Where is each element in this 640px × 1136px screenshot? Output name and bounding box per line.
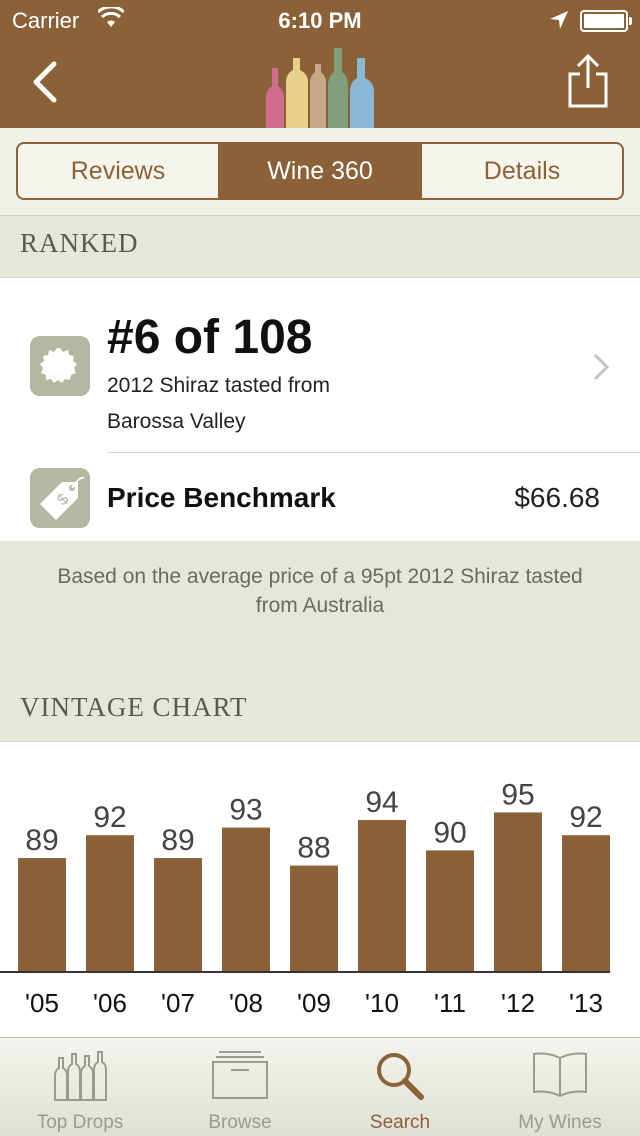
vintage-chart-card: 89 '05 92 '06 89 '07 93 '08 88 '09 94 '10 90 '11 95 '12…: [0, 741, 640, 1037]
bottles-icon: [54, 1051, 107, 1101]
chart-tick-label: '10: [365, 988, 399, 1018]
tabbar-item-browse[interactable]: Browse: [160, 1038, 320, 1136]
badge-seal-icon: [30, 336, 90, 396]
vintage-section-title: VINTAGE CHART: [20, 692, 248, 722]
tabbar-label-my-wines: My Wines: [518, 1112, 602, 1133]
chart-data-label: 93: [229, 794, 262, 827]
wine-bottles-logo: [266, 48, 374, 128]
share-icon[interactable]: [566, 52, 610, 110]
chart-tick-label: '11: [434, 988, 466, 1018]
location-arrow-icon: [550, 11, 568, 29]
chart-tick-label: '05: [25, 988, 59, 1018]
chevron-left-icon[interactable]: [24, 58, 68, 106]
chart-data-label: 88: [297, 832, 330, 865]
chart-bar: [222, 827, 270, 972]
navigation-bar: Carrier 6:10 PM: [0, 0, 640, 128]
tabbar-item-top-drops[interactable]: Top Drops: [0, 1038, 160, 1136]
chart-bar: [358, 820, 406, 972]
tab-bar: Top Drops Browse Search My Wines: [0, 1037, 640, 1136]
price-tag-icon: $: [30, 468, 90, 528]
tabbar-label-search: Search: [369, 1112, 431, 1133]
chart-tick-label: '13: [569, 988, 603, 1018]
chart-bar: [426, 850, 474, 972]
chart-bar: [154, 858, 202, 972]
chart-tick-label: '07: [161, 988, 195, 1018]
battery-icon: [580, 10, 632, 32]
ranked-section-title: RANKED: [20, 228, 139, 258]
chart-bar: [562, 835, 610, 972]
tabbar-label-top-drops: Top Drops: [36, 1112, 124, 1133]
tab-details[interactable]: Details: [422, 144, 622, 198]
chart-bar: [494, 812, 542, 972]
tabbar-item-my-wines[interactable]: My Wines: [480, 1038, 640, 1136]
chart-bar: [290, 865, 338, 972]
chart-data-label: 95: [501, 778, 534, 811]
chart-bar: [18, 858, 66, 972]
tabbar-item-search[interactable]: Search: [320, 1038, 480, 1136]
tabbar-label-browse: Browse: [208, 1112, 272, 1133]
chart-tick-label: '09: [297, 988, 331, 1018]
box-icon: [212, 1051, 268, 1099]
chart-data-label: 94: [365, 786, 398, 819]
price-note: Based on the average price of a 95pt 201…: [57, 565, 583, 617]
chart-data-label: 90: [433, 816, 466, 849]
search-icon: [377, 1053, 424, 1100]
status-time: 6:10 PM: [278, 8, 362, 33]
chart-data-label: 89: [161, 824, 194, 857]
tab-wine-360[interactable]: Wine 360: [220, 144, 422, 198]
status-bar: Carrier 6:10 PM: [0, 0, 640, 40]
chart-bar: [86, 835, 134, 972]
chevron-right-icon: [593, 353, 610, 381]
tab-reviews[interactable]: Reviews: [18, 144, 220, 198]
chart-tick-label: '06: [93, 988, 127, 1018]
price-benchmark-label: Price Benchmark: [107, 482, 336, 513]
chart-tick-label: '08: [229, 988, 263, 1018]
segment-bar: Reviews Wine 360 Details: [0, 128, 640, 216]
chart-tick-label: '12: [501, 988, 535, 1018]
row-divider: [107, 452, 640, 453]
chart-data-label: 89: [25, 824, 58, 857]
vintage-bar-chart: 89 '05 92 '06 89 '07 93 '08 88 '09 94 '10 90 '11 95 '12…: [0, 778, 610, 1018]
chart-data-label: 92: [93, 801, 126, 834]
ranked-card: #6 of 108 2012 Shiraz tasted from Baross…: [0, 277, 640, 541]
chart-data-label: 92: [569, 801, 602, 834]
book-icon: [533, 1052, 587, 1098]
rank-row[interactable]: #6 of 108 2012 Shiraz tasted from Baross…: [0, 278, 640, 452]
price-benchmark-value: $66.68: [514, 482, 600, 513]
segmented-control: Reviews Wine 360 Details: [16, 142, 624, 200]
rank-number: #6 of 108: [107, 311, 313, 364]
rank-subtitle: 2012 Shiraz tasted from Barossa Valley: [107, 374, 330, 433]
